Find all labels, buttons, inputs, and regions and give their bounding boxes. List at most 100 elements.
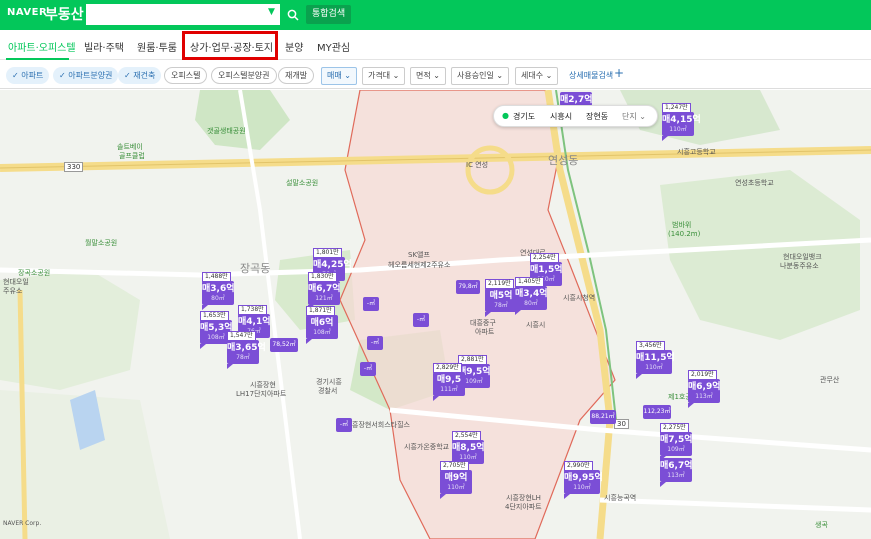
detail-search-link[interactable]: 상세매물검색 bbox=[569, 70, 613, 81]
marker-price: 매4,1억 bbox=[238, 317, 271, 327]
dropdown-label: 매매 bbox=[327, 71, 342, 80]
marker-area: 78㎡ bbox=[236, 354, 250, 361]
map-label: 설말소공원 bbox=[286, 179, 319, 187]
breadcrumb-city[interactable]: 시흥시 bbox=[550, 111, 572, 122]
deal-type-dropdown[interactable]: 매매 ⌄ bbox=[321, 67, 357, 85]
map-label: LH17단지아파트 bbox=[236, 390, 287, 398]
map-label: 4단지아파트 bbox=[505, 503, 542, 511]
price-per-pyeong: 1,653만 bbox=[200, 311, 229, 321]
approval-date-dropdown[interactable]: 사용승인일 ⌄ bbox=[451, 67, 510, 85]
price-dropdown[interactable]: 가격대 ⌄ bbox=[362, 67, 406, 85]
price-marker[interactable]: 매2,7억 bbox=[560, 92, 593, 111]
households-dropdown[interactable]: 세대수 ⌄ bbox=[515, 67, 559, 85]
map-label: 갯골생태공원 bbox=[207, 127, 246, 135]
tab-presale[interactable]: 분양 bbox=[285, 39, 303, 54]
breadcrumb-province[interactable]: 경기도 bbox=[513, 111, 535, 122]
area-tag[interactable]: -㎡ bbox=[363, 297, 379, 311]
marker-price: 매3,65억 bbox=[227, 343, 266, 353]
chip-label: 재건축 bbox=[133, 71, 156, 80]
marker-price: 매11,5억 bbox=[636, 353, 675, 363]
map-label: 헤오름세현제2주유소 bbox=[388, 261, 451, 269]
tab-villa-house[interactable]: 빌라·주택 bbox=[84, 39, 124, 54]
search-button[interactable] bbox=[282, 4, 303, 25]
map-label: 주유소 bbox=[3, 287, 23, 295]
marker-price: 매3,6억 bbox=[202, 284, 235, 294]
area-tag[interactable]: 112,23㎡ bbox=[643, 405, 671, 419]
area-tag[interactable]: -㎡ bbox=[360, 362, 376, 376]
area-tag[interactable]: -㎡ bbox=[336, 418, 352, 432]
marker-price: 매8,5억 bbox=[452, 443, 485, 453]
top-bar: NAVER 부동산 ▼ 통합검색 bbox=[0, 0, 871, 30]
price-per-pyeong: 2,829만 bbox=[433, 363, 462, 373]
chip-officetel[interactable]: 오피스텔 bbox=[164, 67, 208, 84]
marker-area: 121㎡ bbox=[315, 295, 333, 302]
price-marker[interactable]: 1,871만 매6억 108㎡ bbox=[306, 306, 338, 344]
area-tag[interactable]: 78,52㎡ bbox=[270, 338, 298, 352]
map-label: 경찰서 bbox=[318, 387, 338, 395]
map-label: 범바위 bbox=[672, 221, 692, 229]
breadcrumb-dong[interactable]: 장현동 bbox=[586, 111, 608, 122]
price-marker[interactable]: 1,247만 매4,15억 110㎡ bbox=[662, 103, 701, 141]
map-label: 장곡소공원 bbox=[18, 269, 51, 277]
marker-area: 111㎡ bbox=[440, 386, 458, 393]
service-title[interactable]: 부동산 bbox=[45, 4, 84, 24]
marker-price: 매6,9억 bbox=[688, 382, 721, 392]
price-per-pyeong: 2,705만 bbox=[440, 461, 469, 471]
marker-price: 매9,5 bbox=[436, 375, 462, 385]
chip-officetel-presale[interactable]: 오피스텔분양권 bbox=[211, 67, 277, 84]
price-marker[interactable]: 2,275만 매7,5억 109㎡ bbox=[660, 423, 693, 461]
marker-area: 110㎡ bbox=[645, 364, 663, 371]
area-tag[interactable]: -㎡ bbox=[367, 336, 383, 350]
map-label: 나분동주유소 bbox=[780, 262, 819, 270]
marker-price: 매6,7억 bbox=[660, 461, 693, 471]
price-marker[interactable]: 1,547만매3,65억 78㎡ bbox=[227, 331, 266, 369]
map-label: 시흥고등학교 bbox=[677, 148, 716, 156]
total-search-button[interactable]: 통합검색 bbox=[306, 5, 352, 24]
map-label: IC 연성 bbox=[466, 161, 489, 169]
map-label: 흥장현서희스타힐스 bbox=[352, 421, 410, 429]
price-marker[interactable]: 3,456만 매11,5억 110㎡ bbox=[636, 341, 675, 379]
chip-apartment[interactable]: ✓ 아파트 bbox=[6, 67, 50, 84]
marker-area: 110㎡ bbox=[669, 126, 687, 133]
search-input[interactable] bbox=[86, 4, 280, 25]
price-marker[interactable]: 1,405만 매3,4억 80㎡ bbox=[515, 277, 548, 315]
breadcrumb-complex[interactable]: 단지 ⌄ bbox=[622, 111, 646, 122]
tab-oneroom-tworoom[interactable]: 원룸·투룸 bbox=[137, 39, 177, 54]
naver-logo[interactable]: NAVER bbox=[7, 7, 47, 18]
price-marker[interactable]: 2,990만 매9,95억 110㎡ bbox=[564, 461, 603, 499]
map-view[interactable]: 연성동 장곡동 시흥시청역 시흥능곡역 시흥고등학교 연성초등학교 범바위 (1… bbox=[0, 90, 871, 539]
price-marker[interactable]: 2,705만 매9억 110㎡ bbox=[440, 461, 472, 499]
area-tag[interactable]: -㎡ bbox=[413, 313, 429, 327]
dropdown-label: 면적 bbox=[416, 71, 431, 80]
marker-price: 매2,7억 bbox=[560, 95, 593, 105]
price-per-pyeong: 1,547만 bbox=[227, 331, 256, 341]
main-road bbox=[599, 497, 871, 513]
region-breadcrumb: ● 경기도 시흥시 장현동 단지 ⌄ bbox=[493, 105, 658, 127]
area-tag[interactable]: 88,21㎡ bbox=[590, 410, 616, 424]
road-number-badge: 330 bbox=[64, 162, 84, 172]
price-per-pyeong: 2,119만 bbox=[485, 279, 514, 289]
chip-reconstruction[interactable]: ✓ 재건축 bbox=[118, 67, 162, 84]
price-per-pyeong: 1,801만 bbox=[313, 248, 342, 258]
chip-redevelopment[interactable]: 재개발 bbox=[278, 67, 315, 84]
price-marker[interactable]: 2,019만 매6,9억 113㎡ bbox=[688, 370, 721, 408]
chip-apartment-presale[interactable]: ✓ 아파트분양권 bbox=[53, 67, 119, 84]
marker-price: 매1,5억 bbox=[530, 265, 563, 275]
area-dropdown[interactable]: 면적 ⌄ bbox=[410, 67, 446, 85]
price-marker[interactable]: 2,829만매9,5 111㎡ bbox=[433, 363, 465, 401]
price-marker[interactable]: 매6,7억 113㎡ bbox=[660, 458, 693, 487]
tab-apartment-officetel[interactable]: 아파트·오피스텔 bbox=[8, 39, 76, 54]
highlight-box bbox=[182, 31, 278, 60]
map-label: 월말소공원 bbox=[85, 239, 118, 247]
price-marker[interactable]: 1,830만 매6,7억 121㎡ bbox=[308, 272, 341, 310]
price-per-pyeong: 1,830만 bbox=[308, 272, 337, 282]
price-per-pyeong: 1,488만 bbox=[202, 272, 231, 282]
price-marker[interactable]: 2,119만 매5억 78㎡ bbox=[485, 279, 517, 317]
marker-area: 80㎡ bbox=[211, 295, 225, 302]
tab-my-interest[interactable]: MY관심 bbox=[317, 39, 350, 54]
price-marker[interactable]: 1,488만매3,6억 80㎡ bbox=[202, 272, 235, 310]
marker-price: 매3,4억 bbox=[515, 289, 548, 299]
area-tag[interactable]: 79,8㎡ bbox=[456, 280, 480, 294]
chevron-down-icon[interactable]: ▼ bbox=[268, 7, 275, 17]
plus-icon[interactable]: + bbox=[614, 66, 624, 80]
